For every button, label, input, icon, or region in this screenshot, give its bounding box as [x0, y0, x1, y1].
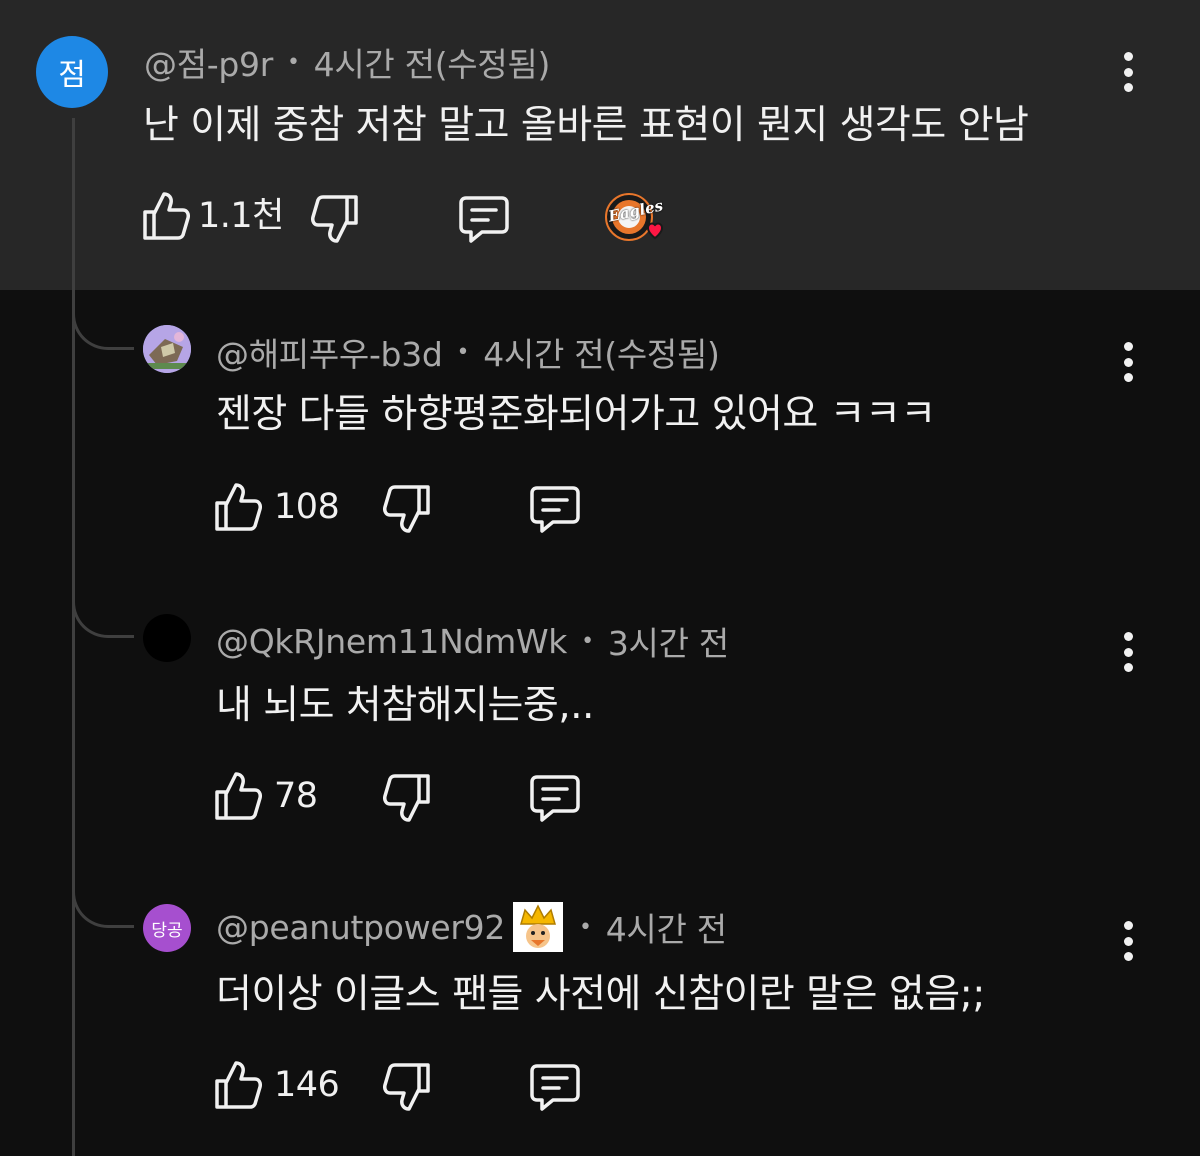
reply-icon	[459, 196, 509, 243]
avatar[interactable]	[143, 614, 191, 662]
separator-dot: •	[581, 628, 594, 654]
reply-button[interactable]	[529, 484, 581, 534]
thumbs-down-icon	[383, 774, 430, 822]
comment-meta: @해피푸우-b3d • 4시간 전(수정됨)	[216, 328, 720, 376]
avatar[interactable]: 당공	[143, 904, 191, 952]
avatar[interactable]: 점	[36, 36, 108, 108]
comment-meta: @peanutpower92 • 4시간 전	[216, 902, 727, 952]
reply-button[interactable]	[458, 194, 510, 244]
author-name[interactable]: @해피푸우-b3d	[216, 328, 443, 376]
avatar-initial: 당공	[151, 920, 183, 941]
dislike-button[interactable]	[311, 193, 359, 245]
author-name[interactable]: @점-p9r	[144, 38, 273, 86]
like-count: 108	[274, 487, 340, 527]
separator-dot: •	[579, 914, 592, 940]
thumbs-up-icon	[143, 192, 190, 240]
comment-meta: @점-p9r • 4시간 전(수정됨)	[144, 38, 550, 86]
timestamp[interactable]: 4시간 전	[606, 903, 727, 951]
dislike-button[interactable]	[383, 1061, 431, 1113]
thumbs-down-icon	[383, 1063, 430, 1111]
thumbs-up-icon	[215, 1061, 262, 1109]
avatar[interactable]	[143, 325, 191, 373]
like-count: 146	[274, 1065, 340, 1105]
thumbs-down-icon	[311, 195, 358, 243]
more-vert-icon[interactable]	[1122, 921, 1134, 961]
reply-button[interactable]	[529, 773, 581, 823]
avatar-initial: 점	[58, 58, 86, 93]
thread-branch	[72, 892, 134, 928]
reply-icon	[530, 775, 580, 822]
dislike-button[interactable]	[383, 483, 431, 535]
timestamp[interactable]: 4시간 전(수정됨)	[314, 38, 551, 86]
like-count: 1.1천	[198, 195, 284, 236]
author-name[interactable]: @QkRJnem11NdmWk	[216, 622, 567, 661]
crown-emoji-icon	[513, 902, 564, 952]
thumbs-up-icon	[215, 772, 262, 820]
reply-icon	[530, 486, 580, 533]
like-count: 78	[274, 776, 318, 816]
comment-text: 더이상 이글스 팬들 사전에 신참이란 말은 없음;;	[216, 972, 985, 1017]
like-button[interactable]: 108	[214, 481, 340, 533]
creator-heart-badge[interactable]: Eagles	[604, 192, 670, 252]
separator-dot: •	[456, 339, 470, 365]
reply-button[interactable]	[529, 1062, 581, 1112]
more-vert-icon[interactable]	[1122, 342, 1134, 382]
like-button[interactable]: 146	[214, 1059, 340, 1111]
thread-line	[72, 118, 75, 1156]
like-button[interactable]: 78	[214, 770, 318, 822]
more-vert-icon[interactable]	[1122, 632, 1134, 672]
avatar-image	[143, 325, 191, 373]
timestamp[interactable]: 3시간 전	[608, 617, 729, 665]
reply-icon	[530, 1064, 580, 1111]
author-name[interactable]: @peanutpower92	[216, 908, 505, 947]
thumbs-up-icon	[215, 483, 262, 531]
more-vert-icon[interactable]	[1122, 52, 1134, 92]
comment-text: 젠장 다들 하향평준화되어가고 있어요 ㅋㅋㅋ	[216, 392, 936, 437]
thread-branch	[72, 314, 134, 350]
separator-dot: •	[286, 49, 300, 75]
thumbs-down-icon	[383, 485, 430, 533]
timestamp[interactable]: 4시간 전(수정됨)	[483, 328, 720, 376]
comment-text: 난 이제 중참 저참 말고 올바른 표현이 뭔지 생각도 안남	[143, 103, 1029, 148]
thread-branch	[72, 602, 134, 638]
dislike-button[interactable]	[383, 772, 431, 824]
comment-text: 내 뇌도 처참해지는중,..	[216, 683, 594, 728]
like-button[interactable]: 1.1천	[142, 190, 284, 242]
comment-meta: @QkRJnem11NdmWk • 3시간 전	[216, 617, 729, 665]
